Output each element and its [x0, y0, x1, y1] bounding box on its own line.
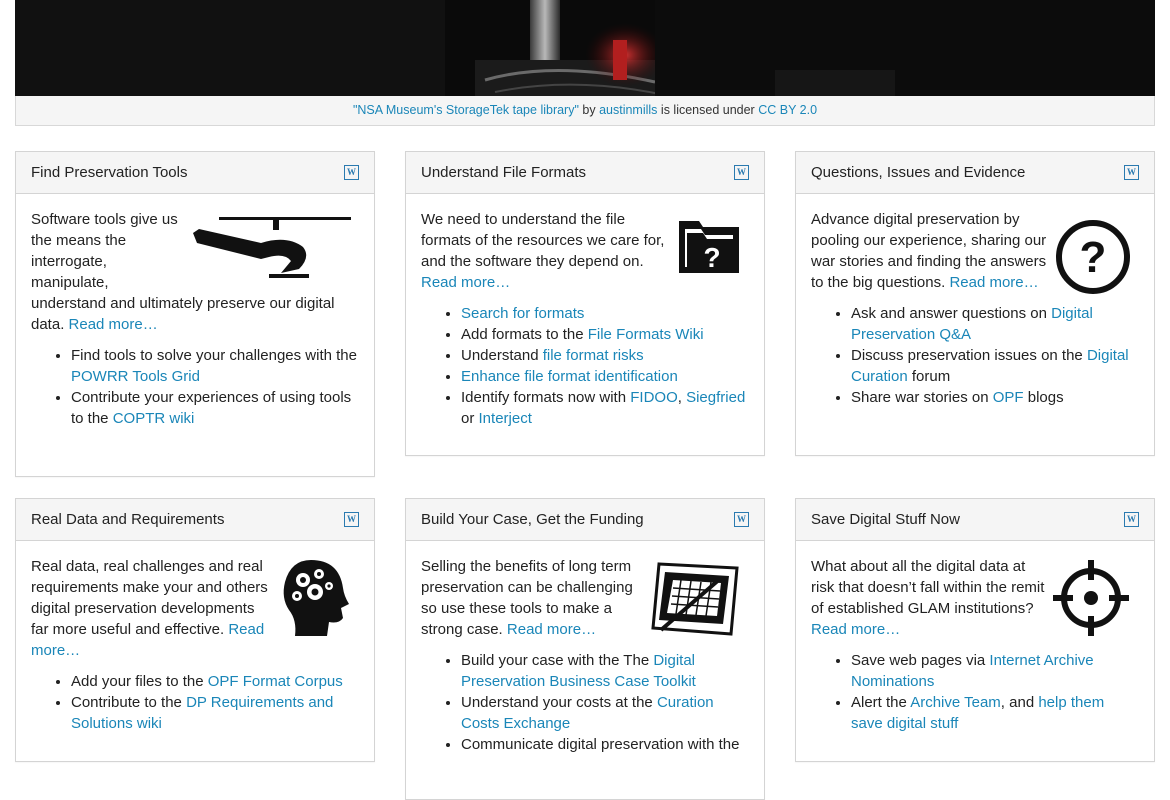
read-more-link[interactable]: Read more… — [811, 621, 900, 638]
item-text: , and — [1000, 694, 1039, 711]
image-title-link[interactable]: "NSA Museum's StorageTek tape library" — [353, 103, 579, 117]
card-link-list: Save web pages via Internet Archive Nomi… — [811, 650, 1139, 734]
credit-by-text: by — [578, 103, 600, 117]
list-item: Enhance file format identification — [461, 366, 749, 387]
card-description: We need to understand the file formats o… — [421, 211, 665, 270]
fidoo-link[interactable]: FIDOO — [630, 389, 678, 406]
svg-text:?: ? — [703, 242, 720, 273]
list-item: Communicate digital preservation with th… — [461, 734, 749, 755]
item-text: Share war stories on — [851, 389, 993, 406]
card-link-list: Find tools to solve your challenges with… — [31, 345, 359, 429]
item-text: Add your files to the — [71, 673, 208, 690]
card-questions-issues-evidence: Questions, Issues and Evidence W ? Advan… — [795, 151, 1155, 456]
image-credit: "NSA Museum's StorageTek tape library" b… — [15, 96, 1155, 126]
list-item: Understand your costs at the Curation Co… — [461, 692, 749, 734]
card-link-list: Add your files to the OPF Format Corpus … — [31, 671, 359, 734]
enhance-identification-link[interactable]: Enhance file format identification — [461, 368, 678, 385]
wiki-icon[interactable]: W — [1124, 165, 1139, 180]
card-title: Real Data and Requirements — [31, 511, 225, 528]
card-title: Questions, Issues and Evidence — [811, 164, 1026, 181]
item-text: Save web pages via — [851, 652, 990, 669]
credit-licensed-text: is licensed under — [657, 103, 759, 117]
wiki-icon[interactable]: W — [734, 165, 749, 180]
opf-link[interactable]: OPF — [993, 389, 1024, 406]
helicopter-icon — [193, 217, 351, 278]
card-link-list: Search for formats Add formats to the Fi… — [421, 303, 749, 429]
list-item: Contribute your experiences of using too… — [71, 387, 359, 429]
item-text: Build your case with the The — [461, 652, 654, 669]
list-item: Alert the Archive Team, and help them sa… — [851, 692, 1139, 734]
read-more-link[interactable]: Read more… — [507, 621, 596, 638]
wiki-icon[interactable]: W — [734, 512, 749, 527]
list-item: Contribute to the DP Requirements and So… — [71, 692, 359, 734]
item-text: Alert the — [851, 694, 911, 711]
license-link[interactable]: CC BY 2.0 — [758, 103, 817, 117]
author-link[interactable]: austinmills — [599, 103, 657, 117]
list-item: Add formats to the File Formats Wiki — [461, 324, 749, 345]
card-link-list: Ask and answer questions on Digital Pres… — [811, 303, 1139, 408]
card-title: Save Digital Stuff Now — [811, 511, 960, 528]
opf-format-corpus-link[interactable]: OPF Format Corpus — [208, 673, 343, 690]
item-text: Identify formats now with — [461, 389, 631, 406]
item-text: Find tools to solve your challenges with… — [71, 347, 357, 364]
card-title: Understand File Formats — [421, 164, 587, 181]
interject-link[interactable]: Interject — [479, 410, 532, 427]
read-more-link[interactable]: Read more… — [949, 274, 1038, 291]
list-item: Ask and answer questions on Digital Pres… — [851, 303, 1139, 345]
siegfried-link[interactable]: Siegfried — [686, 389, 745, 406]
list-item: Search for formats — [461, 303, 749, 324]
svg-text:?: ? — [1080, 233, 1107, 282]
card-find-preservation-tools: Find Preservation Tools W Software tools… — [15, 151, 375, 477]
calculator-blueprint-icon — [651, 562, 739, 636]
item-text: Ask and answer questions on — [851, 305, 1052, 322]
powrr-tools-grid-link[interactable]: POWRR Tools Grid — [71, 368, 200, 385]
file-format-risks-link[interactable]: file format risks — [543, 347, 644, 364]
item-text: blogs — [1023, 389, 1064, 406]
head-gears-icon — [283, 560, 349, 636]
card-title: Find Preservation Tools — [31, 164, 188, 181]
read-more-link[interactable]: Read more… — [69, 316, 158, 333]
coptr-wiki-link[interactable]: COPTR wiki — [113, 410, 195, 427]
card-link-list: Build your case with the The Digital Pre… — [421, 650, 749, 755]
card-understand-file-formats: Understand File Formats W ? We need to u… — [405, 151, 765, 456]
card-title: Build Your Case, Get the Funding — [421, 511, 644, 528]
list-item: Save web pages via Internet Archive Nomi… — [851, 650, 1139, 692]
question-circle-icon: ? — [1056, 220, 1130, 294]
file-question-icon: ? — [679, 221, 739, 273]
list-item: Find tools to solve your challenges with… — [71, 345, 359, 387]
wiki-icon[interactable]: W — [344, 165, 359, 180]
item-text: forum — [907, 368, 951, 385]
read-more-link[interactable]: Read more… — [421, 274, 510, 291]
list-item: Add your files to the OPF Format Corpus — [71, 671, 359, 692]
search-formats-link[interactable]: Search for formats — [461, 305, 584, 322]
item-text: Add formats to the — [461, 326, 588, 343]
hero-image — [15, 0, 1155, 96]
wiki-icon[interactable]: W — [344, 512, 359, 527]
list-item: Identify formats now with FIDOO, Siegfri… — [461, 387, 749, 429]
wiki-icon[interactable]: W — [1124, 512, 1139, 527]
list-item: Discuss preservation issues on the Digit… — [851, 345, 1139, 387]
item-text: Communicate digital preservation with th… — [461, 736, 740, 753]
card-build-your-case: Build Your Case, Get the Funding W Selli… — [405, 498, 765, 800]
file-formats-wiki-link[interactable]: File Formats Wiki — [588, 326, 704, 343]
list-item: Understand file format risks — [461, 345, 749, 366]
archive-team-link[interactable]: Archive Team — [910, 694, 1001, 711]
item-text: , — [677, 389, 687, 406]
list-item: Build your case with the The Digital Pre… — [461, 650, 749, 692]
item-text: or — [461, 410, 479, 427]
list-item: Share war stories on OPF blogs — [851, 387, 1139, 408]
item-text: Understand — [461, 347, 543, 364]
card-save-digital-stuff: Save Digital Stuff Now W What about all … — [795, 498, 1155, 762]
item-text: Contribute to the — [71, 694, 187, 711]
crosshair-icon — [1053, 560, 1129, 636]
item-text: Understand your costs at the — [461, 694, 657, 711]
card-description: What about all the digital data at risk … — [811, 558, 1045, 617]
item-text: Discuss preservation issues on the — [851, 347, 1087, 364]
card-real-data-requirements: Real Data and Requirements W Real data, … — [15, 498, 375, 762]
